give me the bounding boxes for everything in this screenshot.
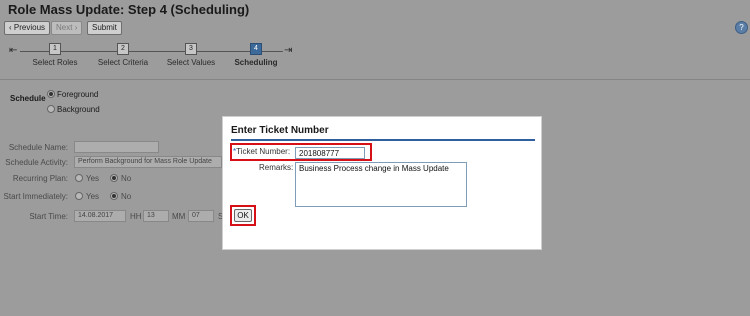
divider: [0, 79, 750, 80]
previous-button[interactable]: ‹ Previous: [4, 21, 51, 35]
title-bar: Role Mass Update: Step 4 (Scheduling): [0, 0, 750, 20]
start-yes-radio[interactable]: [75, 192, 83, 200]
remarks-label: Remarks:: [259, 163, 294, 172]
dialog-title: Enter Ticket Number: [231, 125, 329, 136]
step-label: Scheduling: [234, 58, 278, 67]
step-number: 3: [185, 43, 197, 55]
schedule-activity-label: Schedule Activity:: [5, 158, 68, 167]
ticket-dialog: Enter Ticket Number *Ticket Number: Rema…: [222, 116, 542, 250]
step-number: 2: [117, 43, 129, 55]
remarks-textarea[interactable]: Business Process change in Mass Update: [295, 162, 467, 207]
mm-input[interactable]: 07: [188, 210, 214, 222]
wizard-start-icon: ⇤: [9, 45, 18, 56]
foreground-label: Foreground: [57, 90, 99, 99]
recurring-yes-label: Yes: [86, 174, 100, 183]
schedule-label: Schedule: [10, 94, 46, 103]
recurring-plan-label: Recurring Plan:: [12, 174, 68, 183]
wizard-steps: ⇤ ⇥ 1 Select Roles 2 Select Criteria 3 S…: [0, 40, 750, 72]
chevron-right-icon: ›: [74, 23, 78, 32]
foreground-radio[interactable]: [47, 90, 55, 98]
schedule-name-input[interactable]: [74, 141, 159, 153]
background-radio[interactable]: [47, 105, 55, 113]
wizard-end-icon: ⇥: [284, 45, 293, 56]
page-title: Role Mass Update: Step 4 (Scheduling): [8, 2, 250, 17]
ticket-number-input[interactable]: [295, 147, 365, 159]
schedule-activity-select[interactable]: Perform Background for Mass Role Update: [74, 156, 222, 168]
previous-label: Previous: [13, 23, 46, 32]
start-no-radio[interactable]: [110, 192, 118, 200]
toolbar: ‹ Previous Next › Submit: [0, 20, 750, 37]
ticket-number-label: *Ticket Number:: [233, 147, 290, 156]
schedule-name-label: Schedule Name:: [8, 143, 68, 152]
start-yes-label: Yes: [86, 192, 100, 201]
next-button[interactable]: Next ›: [51, 21, 83, 35]
mm-label: MM: [172, 212, 186, 221]
ticket-number-label-text: Ticket Number:: [236, 147, 291, 156]
chevron-left-icon: ‹: [9, 23, 12, 32]
start-date-input[interactable]: 14.08.2017: [74, 210, 126, 222]
ok-button[interactable]: OK: [234, 209, 252, 222]
start-no-label: No: [121, 192, 132, 201]
step-number: 1: [49, 43, 61, 55]
hh-input[interactable]: 13: [143, 210, 169, 222]
help-icon[interactable]: ?: [735, 21, 748, 34]
recurring-no-label: No: [121, 174, 132, 183]
recurring-yes-radio[interactable]: [75, 174, 83, 182]
submit-button[interactable]: Submit: [87, 21, 122, 35]
step-number: 4: [250, 43, 262, 55]
start-immediately-label: Start Immediately:: [3, 192, 68, 201]
background-label: Background: [57, 105, 100, 114]
start-time-label: Start Time:: [29, 212, 68, 221]
recurring-no-radio[interactable]: [110, 174, 118, 182]
next-label: Next: [56, 23, 73, 32]
dialog-title-rule: [231, 139, 535, 141]
hh-label: HH: [130, 212, 142, 221]
